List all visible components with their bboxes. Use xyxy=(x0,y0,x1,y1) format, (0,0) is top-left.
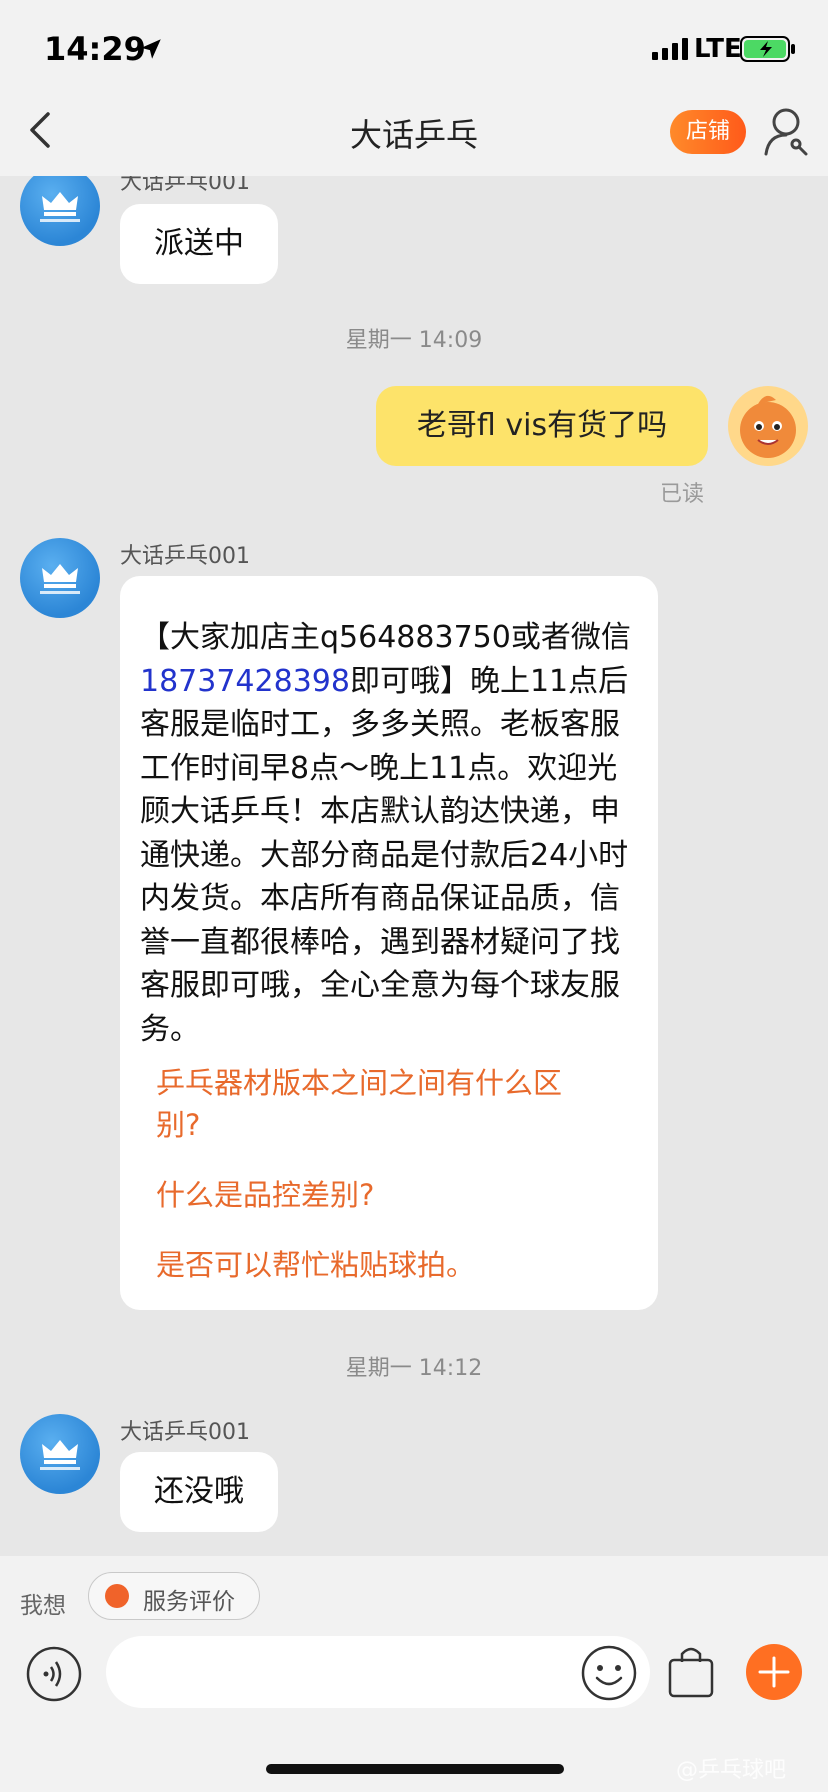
home-indicator[interactable] xyxy=(266,1764,564,1774)
timestamp: 星期一 14:09 xyxy=(345,328,483,353)
service-rating-chip[interactable]: 服务评价 xyxy=(88,1572,260,1620)
message-text-part: 即可哦】晚上11点后客服是临时工，多多关照。老板客服工作时间早8点～晚上11点。… xyxy=(140,663,629,1047)
read-status: 已读 xyxy=(660,482,705,507)
message-input[interactable] xyxy=(136,1654,560,1692)
shop-button[interactable]: 店铺 xyxy=(670,110,746,154)
message-bubble: 还没哦 xyxy=(120,1452,278,1532)
signal-icon xyxy=(652,38,688,60)
phone-link[interactable]: 18737428398 xyxy=(140,664,350,699)
message-text-part: 【大家加店主q564883750或者微信 xyxy=(140,620,631,655)
my-avatar[interactable] xyxy=(728,386,808,466)
my-message-bubble: 老哥fl vis有货了吗 xyxy=(376,386,708,466)
watermark-text: @乒乓球吧 xyxy=(676,1758,787,1783)
status-time: 14:29 xyxy=(44,30,146,68)
sender-name: 大话乒乓001 xyxy=(120,544,250,569)
message-bubble: 派送中 xyxy=(120,204,278,284)
message-text: 【大家加店主q564883750或者微信 18737428398即可哦】晚上11点… xyxy=(140,616,640,1051)
crown-icon xyxy=(40,192,80,222)
location-arrow-icon xyxy=(141,39,161,59)
emoji-button[interactable] xyxy=(580,1644,638,1702)
voice-input-button[interactable] xyxy=(26,1646,82,1702)
sender-name: 大话乒乓001 xyxy=(120,1420,250,1445)
flower-icon xyxy=(105,1584,129,1608)
crown-icon xyxy=(40,564,80,594)
network-label: LTE xyxy=(694,34,742,64)
shopping-bag-button[interactable] xyxy=(666,1642,716,1700)
faq-link[interactable]: 什么是品控差别? xyxy=(156,1174,586,1216)
shop-avatar[interactable] xyxy=(20,1414,100,1494)
quick-prompt-label: 我想 xyxy=(20,1593,66,1619)
message-bubble-long: 【大家加店主q564883750或者微信 18737428398即可哦】晚上11点… xyxy=(120,576,658,1310)
user-profile-icon[interactable] xyxy=(762,104,812,156)
shop-avatar[interactable] xyxy=(20,166,100,246)
plus-icon xyxy=(758,1656,790,1688)
faq-link[interactable]: 乒乓器材版本之间之间有什么区别? xyxy=(156,1062,586,1146)
timestamp: 星期一 14:12 xyxy=(345,1356,483,1381)
message-input-box[interactable] xyxy=(106,1636,650,1708)
more-plus-button[interactable] xyxy=(746,1644,802,1700)
crown-icon xyxy=(40,1440,80,1470)
top-bar: 14:29 LTE 大话乒乓 店铺 xyxy=(0,0,828,176)
cartoon-character-icon xyxy=(740,395,796,458)
shop-avatar[interactable] xyxy=(20,538,100,618)
service-rating-label: 服务评价 xyxy=(143,1589,235,1615)
battery-icon xyxy=(740,36,795,62)
faq-link[interactable]: 是否可以帮忙粘贴球拍。 xyxy=(156,1244,586,1286)
